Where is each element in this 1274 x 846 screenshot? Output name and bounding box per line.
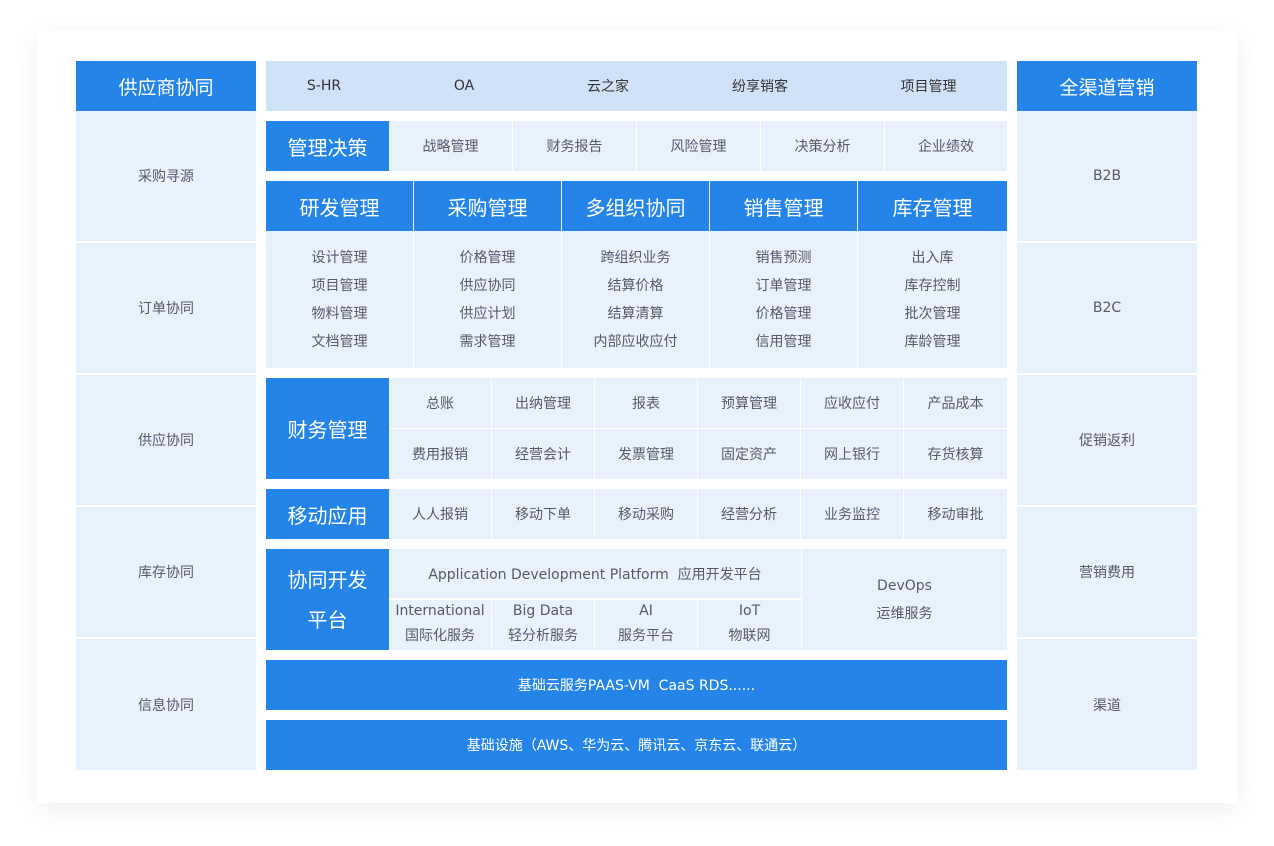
mobile-item[interactable]: 移动下单 xyxy=(492,489,594,539)
right-column-item[interactable]: 营销费用 xyxy=(1017,507,1197,638)
module-item[interactable]: 跨组织业务 xyxy=(601,244,671,272)
left-column-item[interactable]: 信息协同 xyxy=(76,639,256,770)
devplatform-title-line1: 协同开发 xyxy=(287,567,368,592)
module-item[interactable]: 文档管理 xyxy=(312,328,368,356)
left-column-item[interactable]: 供应协同 xyxy=(76,375,256,506)
module-item[interactable]: 库存控制 xyxy=(905,272,961,300)
top-bar-item[interactable]: 项目管理 xyxy=(850,61,1007,111)
finance-item[interactable]: 发票管理 xyxy=(595,429,697,479)
subservice-cn: 物联网 xyxy=(728,628,771,644)
left-column-item[interactable]: 库存协同 xyxy=(76,507,256,638)
devplatform-subservice[interactable]: International 国际化服务 xyxy=(389,600,491,650)
module-item[interactable]: 供应计划 xyxy=(460,300,516,328)
mobile-item[interactable]: 业务监控 xyxy=(801,489,903,539)
module-item[interactable]: 价格管理 xyxy=(460,244,516,272)
finance-item[interactable]: 预算管理 xyxy=(698,378,800,428)
top-product-bar: S-HR OA 云之家 纷享销客 项目管理 xyxy=(266,61,1007,111)
mobile-item[interactable]: 移动审批 xyxy=(904,489,1007,539)
finance-item[interactable]: 固定资产 xyxy=(698,429,800,479)
devops-en: DevOps xyxy=(877,577,932,594)
module-title[interactable]: 研发管理 xyxy=(266,181,413,231)
right-column-title: 全渠道营销 xyxy=(1017,61,1197,111)
devops-cell[interactable]: DevOps 运维服务 xyxy=(802,549,1007,650)
module-item[interactable]: 需求管理 xyxy=(460,328,516,356)
right-column-item[interactable]: B2B xyxy=(1017,111,1197,242)
top-bar-item[interactable]: S-HR xyxy=(266,61,382,111)
finance-item[interactable]: 存货核算 xyxy=(904,429,1007,479)
subservice-en: IoT xyxy=(738,603,761,619)
module-item[interactable]: 项目管理 xyxy=(312,272,368,300)
right-column-item[interactable]: 渠道 xyxy=(1017,639,1197,770)
finance-title: 财务管理 xyxy=(266,378,389,479)
finance-item[interactable]: 报表 xyxy=(595,378,697,428)
adp-cell[interactable]: Application Development Platform 应用开发平台 xyxy=(389,549,801,599)
module-item-list: 设计管理 项目管理 物料管理 文档管理 xyxy=(266,231,413,368)
module-item[interactable]: 供应协同 xyxy=(460,272,516,300)
mobile-item[interactable]: 移动采购 xyxy=(595,489,697,539)
subservice-cn: 轻分析服务 xyxy=(508,628,578,644)
finance-item[interactable]: 总账 xyxy=(389,378,491,428)
decision-item[interactable]: 企业绩效 xyxy=(885,121,1007,171)
top-bar-item[interactable]: 云之家 xyxy=(546,61,670,111)
subservice-en: Big Data xyxy=(512,603,574,619)
devplatform-title-line2: 平台 xyxy=(307,607,348,632)
mobile-item[interactable]: 人人报销 xyxy=(389,489,491,539)
module-item[interactable]: 结算价格 xyxy=(608,272,664,300)
right-column-item[interactable]: B2C xyxy=(1017,243,1197,374)
module-title[interactable]: 库存管理 xyxy=(858,181,1007,231)
module-title[interactable]: 多组织协同 xyxy=(562,181,709,231)
top-bar-item[interactable]: 纷享销客 xyxy=(670,61,850,111)
module-item[interactable]: 价格管理 xyxy=(756,300,812,328)
finance-item[interactable]: 费用报销 xyxy=(389,429,491,479)
subservice-en: AI xyxy=(639,603,653,619)
module-item[interactable]: 出入库 xyxy=(912,244,954,272)
module-item[interactable]: 物料管理 xyxy=(312,300,368,328)
module-item[interactable]: 信用管理 xyxy=(756,328,812,356)
module-item[interactable]: 结算清算 xyxy=(608,300,664,328)
module-item[interactable]: 批次管理 xyxy=(905,300,961,328)
mobile-title: 移动应用 xyxy=(266,489,389,539)
right-column-item[interactable]: 促销返利 xyxy=(1017,375,1197,506)
module-item[interactable]: 设计管理 xyxy=(312,244,368,272)
module-item[interactable]: 销售预测 xyxy=(756,244,812,272)
devplatform-title: 协同开发 平台 xyxy=(266,549,389,650)
module-item[interactable]: 库龄管理 xyxy=(905,328,961,356)
devplatform-subservice[interactable]: IoT 物联网 xyxy=(698,600,801,650)
finance-item[interactable]: 出纳管理 xyxy=(492,378,594,428)
left-column-title: 供应商协同 xyxy=(76,61,256,111)
infrastructure-bar[interactable]: 基础设施（AWS、华为云、腾讯云、京东云、联通云） xyxy=(266,720,1007,770)
decision-item[interactable]: 财务报告 xyxy=(513,121,636,171)
module-title[interactable]: 采购管理 xyxy=(414,181,561,231)
module-title[interactable]: 销售管理 xyxy=(710,181,857,231)
top-bar-item[interactable]: OA xyxy=(382,61,546,111)
decision-item[interactable]: 战略管理 xyxy=(389,121,512,171)
cloud-service-bar[interactable]: 基础云服务PAAS-VM CaaS RDS...... xyxy=(266,660,1007,710)
devplatform-subservice[interactable]: Big Data 轻分析服务 xyxy=(492,600,594,650)
module-item[interactable]: 订单管理 xyxy=(756,272,812,300)
module-item-list: 销售预测 订单管理 价格管理 信用管理 xyxy=(710,231,857,368)
left-column-item[interactable]: 订单协同 xyxy=(76,243,256,374)
subservice-en: International xyxy=(395,603,485,619)
decision-item[interactable]: 决策分析 xyxy=(761,121,884,171)
module-item-list: 出入库 库存控制 批次管理 库龄管理 xyxy=(858,231,1007,368)
devplatform-subservice[interactable]: AI 服务平台 xyxy=(595,600,697,650)
module-item-list: 跨组织业务 结算价格 结算清算 内部应收应付 xyxy=(562,231,709,368)
finance-item[interactable]: 产品成本 xyxy=(904,378,1007,428)
finance-item[interactable]: 应收应付 xyxy=(801,378,903,428)
devops-cn: 运维服务 xyxy=(876,605,933,622)
finance-item[interactable]: 经营会计 xyxy=(492,429,594,479)
decision-item[interactable]: 风险管理 xyxy=(637,121,760,171)
mobile-item[interactable]: 经营分析 xyxy=(698,489,800,539)
subservice-cn: 国际化服务 xyxy=(405,628,475,644)
subservice-cn: 服务平台 xyxy=(618,628,674,644)
module-item[interactable]: 内部应收应付 xyxy=(594,328,678,356)
module-item-list: 价格管理 供应协同 供应计划 需求管理 xyxy=(414,231,561,368)
finance-item[interactable]: 网上银行 xyxy=(801,429,903,479)
decision-title: 管理决策 xyxy=(266,121,389,171)
left-column-item[interactable]: 采购寻源 xyxy=(76,111,256,242)
